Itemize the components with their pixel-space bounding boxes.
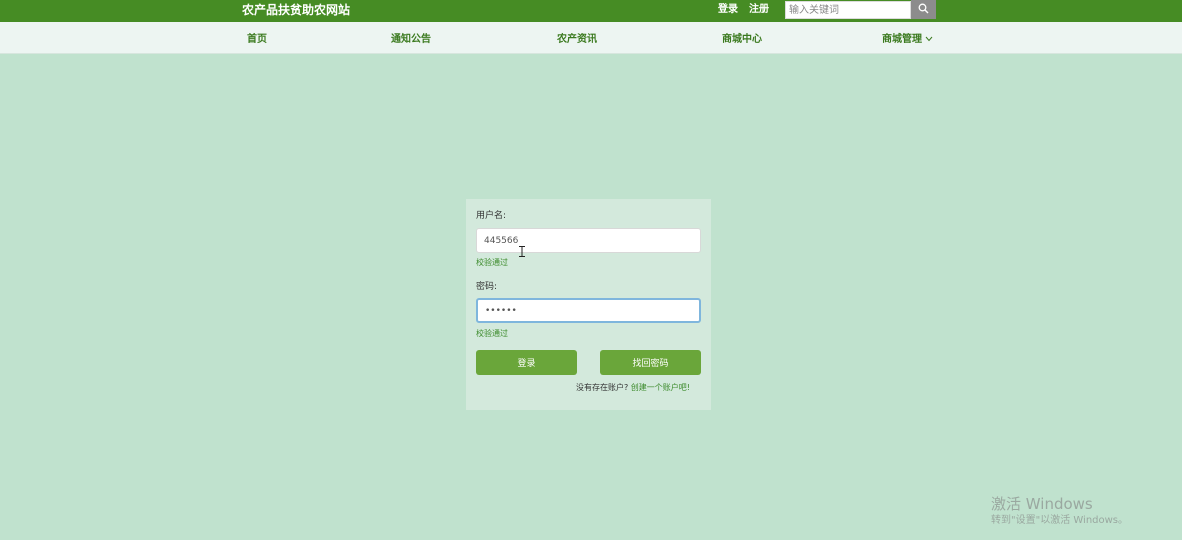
login-panel: 用户名: 校验通过 密码: 校验通过 登录 找回密码 没有存在账户? 创建一个账… [466, 199, 711, 410]
username-field[interactable] [476, 228, 701, 253]
windows-activation-watermark: 激活 Windows 转到"设置"以激活 Windows。 [991, 495, 1128, 528]
password-field[interactable] [476, 298, 701, 323]
nav-home[interactable]: 首页 [247, 33, 267, 47]
search-input[interactable] [785, 1, 911, 19]
watermark-title: 激活 Windows [991, 495, 1093, 513]
site-title: 农产品扶贫助农网站 [242, 3, 351, 17]
password-label: 密码: [476, 282, 498, 292]
nav-label: 商城管理 [882, 34, 922, 45]
nav-news[interactable]: 农产资讯 [557, 33, 597, 47]
password-valid-hint: 校验通过 [476, 329, 508, 338]
register-link[interactable]: 注册 [749, 3, 769, 17]
login-button[interactable]: 登录 [476, 350, 577, 375]
main-nav: 首页 通知公告 农产资讯 商城中心 商城管理 [0, 22, 1182, 54]
username-label: 用户名: [476, 211, 507, 221]
search-button[interactable] [911, 0, 936, 19]
chevron-down-icon [925, 33, 933, 47]
nav-label: 农产资讯 [557, 34, 597, 45]
no-account-text: 没有存在账户? [575, 383, 629, 392]
watermark-subtitle: 转到"设置"以激活 Windows。 [991, 515, 1129, 526]
register-prompt: 没有存在账户? 创建一个账户吧! [576, 382, 690, 393]
nav-notices[interactable]: 通知公告 [391, 33, 431, 47]
nav-label: 商城中心 [722, 34, 762, 45]
username-valid-hint: 校验通过 [476, 258, 508, 267]
nav-label: 通知公告 [391, 34, 431, 45]
top-header-bar: 农产品扶贫助农网站 登录 注册 [0, 0, 1182, 22]
text-cursor-icon [518, 242, 526, 257]
search-icon [918, 2, 929, 17]
nav-mall[interactable]: 商城中心 [722, 33, 762, 47]
nav-label: 首页 [247, 34, 267, 45]
nav-mall-management[interactable]: 商城管理 [882, 33, 933, 47]
recover-password-button[interactable]: 找回密码 [600, 350, 701, 375]
login-link[interactable]: 登录 [718, 3, 738, 17]
create-account-link[interactable]: 创建一个账户吧! [631, 383, 690, 392]
